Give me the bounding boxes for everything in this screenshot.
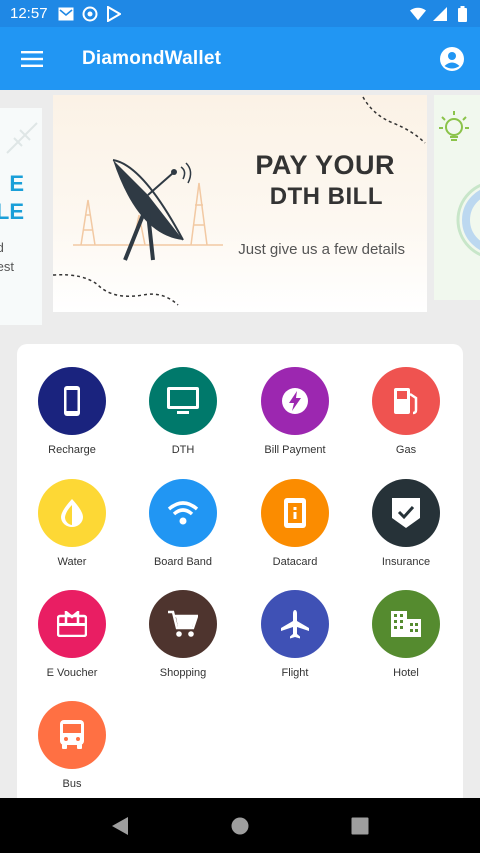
- service-label: Flight: [281, 667, 309, 679]
- service-dth[interactable]: DTH: [128, 367, 238, 467]
- service-label: Gas: [395, 444, 417, 456]
- notification-icons: [58, 5, 122, 22]
- service-label: DTH: [171, 444, 195, 456]
- service-label: Board Band: [153, 556, 213, 568]
- bulb-illustration-icon: [439, 111, 480, 257]
- service-label: Hotel: [393, 667, 419, 679]
- service-bus[interactable]: Bus: [17, 701, 127, 801]
- banner-dth[interactable]: PAY YOUR DTH BILL Just give us a few det…: [53, 95, 427, 312]
- service-label: Shopping: [159, 667, 207, 679]
- shield-check-icon: [372, 479, 440, 547]
- services-grid: Recharge DTH Bill Payment Gas Water Boar…: [17, 344, 463, 824]
- service-water[interactable]: Water: [17, 479, 127, 579]
- app-bar: DiamondWallet: [0, 27, 480, 90]
- service-recharge[interactable]: Recharge: [17, 367, 127, 467]
- bus-icon: [38, 701, 106, 769]
- status-bar: 12:57: [0, 0, 480, 27]
- recents-button[interactable]: [340, 806, 380, 846]
- tv-icon: [149, 367, 217, 435]
- menu-button[interactable]: [0, 27, 64, 90]
- banner-carousel[interactable]: E LE d est PAY YOUR DTH BILL Just give u…: [0, 90, 480, 325]
- home-button[interactable]: [220, 806, 260, 846]
- service-label: Bill Payment: [264, 444, 326, 456]
- status-time: 12:57: [10, 5, 48, 22]
- banner-title-line2: DTH BILL: [269, 183, 383, 210]
- service-label: Datacard: [272, 556, 318, 568]
- system-icons: [410, 5, 470, 22]
- recents-square-icon: [351, 817, 369, 834]
- fuel-icon: [372, 367, 440, 435]
- signal-icon: [432, 6, 448, 22]
- service-datacard[interactable]: Datacard: [240, 479, 350, 579]
- hamburger-icon: [21, 50, 43, 67]
- gift-card-icon: [38, 590, 106, 658]
- service-label: Insurance: [381, 556, 431, 568]
- at-sign-icon: [82, 6, 98, 22]
- banner-previous[interactable]: E LE d est: [0, 108, 42, 325]
- service-label: Bus: [62, 778, 82, 790]
- building-icon: [372, 590, 440, 658]
- service-gas[interactable]: Gas: [351, 367, 461, 467]
- service-board-band[interactable]: Board Band: [128, 479, 238, 579]
- bolt-icon: [261, 367, 329, 435]
- banner-next[interactable]: [434, 95, 480, 300]
- plane-icon: [261, 590, 329, 658]
- mail-icon: [58, 6, 74, 22]
- banner-title-line1: PAY YOUR: [255, 150, 395, 180]
- banner-subtitle: Just give us a few details: [238, 241, 405, 258]
- service-e-voucher[interactable]: E Voucher: [17, 590, 127, 690]
- wifi-icon: [410, 6, 426, 22]
- service-shopping[interactable]: Shopping: [128, 590, 238, 690]
- banner-previous-title: E LE: [0, 171, 24, 224]
- leaf-decoration-icon: [6, 122, 38, 154]
- cart-icon: [149, 590, 217, 658]
- service-insurance[interactable]: Insurance: [351, 479, 461, 579]
- service-label: E Voucher: [46, 667, 98, 679]
- profile-button[interactable]: [424, 27, 480, 90]
- back-button[interactable]: [100, 806, 140, 846]
- battery-icon: [454, 5, 470, 22]
- mobile-icon: [38, 367, 106, 435]
- datacard-icon: [261, 479, 329, 547]
- back-triangle-icon: [112, 816, 128, 835]
- service-label: Recharge: [48, 444, 96, 456]
- banner-previous-subtitle: d est: [0, 240, 14, 274]
- home-circle-icon: [231, 817, 249, 834]
- wifi-icon: [149, 479, 217, 547]
- play-store-icon: [106, 5, 122, 22]
- service-flight[interactable]: Flight: [240, 590, 350, 690]
- app-title: DiamondWallet: [82, 47, 222, 69]
- service-bill-payment[interactable]: Bill Payment: [240, 367, 350, 467]
- account-icon: [440, 46, 464, 71]
- service-label: Water: [57, 556, 87, 568]
- drop-icon: [38, 479, 106, 547]
- system-nav-bar: [0, 798, 480, 853]
- service-hotel[interactable]: Hotel: [351, 590, 461, 690]
